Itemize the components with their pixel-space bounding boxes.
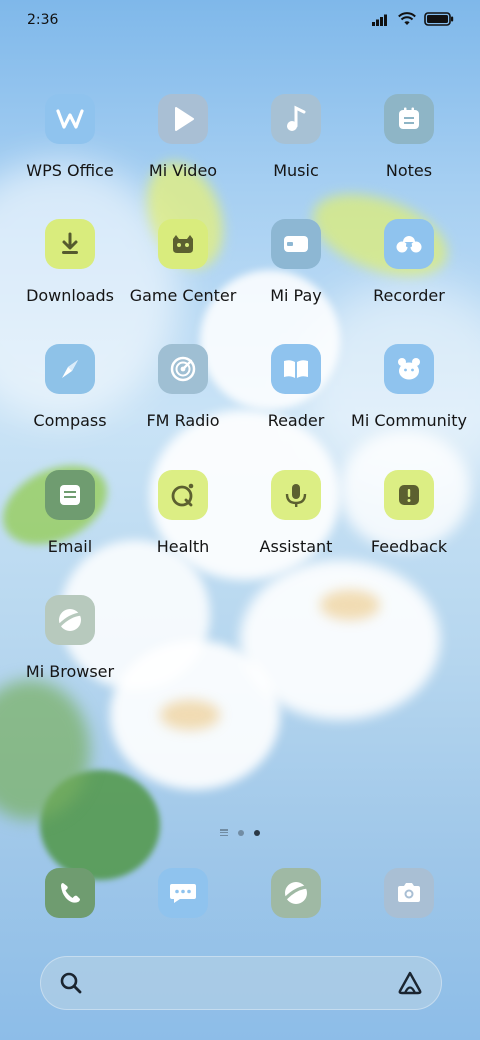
- page-dot: [238, 829, 244, 836]
- app-compass[interactable]: Compass: [14, 344, 126, 454]
- app-label: Recorder: [373, 286, 445, 305]
- app-reader[interactable]: Reader: [240, 344, 352, 454]
- compass-icon: [45, 344, 95, 394]
- app-mi-pay[interactable]: Mi Pay: [240, 219, 352, 329]
- app-wps-office[interactable]: WPS Office: [14, 94, 126, 204]
- page-indicator-list: [220, 829, 228, 836]
- page-dot-active: [254, 829, 260, 836]
- app-label: Mi Browser: [25, 662, 115, 681]
- app-fm-radio[interactable]: FM Radio: [127, 344, 239, 454]
- battery-icon: [424, 12, 454, 26]
- feedback-icon: [384, 470, 434, 520]
- assistant-icon[interactable]: [396, 970, 424, 996]
- wps-office-icon: [45, 94, 95, 144]
- search-bar[interactable]: [40, 956, 442, 1010]
- clock: 2:36: [27, 12, 59, 28]
- app-mi-community[interactable]: Mi Community: [351, 344, 467, 454]
- status-icons: [372, 12, 454, 26]
- mi-community-icon: [384, 344, 434, 394]
- camera-icon[interactable]: [384, 868, 434, 918]
- page-indicator[interactable]: [0, 829, 480, 836]
- music-note-icon: [271, 94, 321, 144]
- messages-icon[interactable]: [158, 868, 208, 918]
- app-health[interactable]: Health: [127, 470, 239, 580]
- app-game-center[interactable]: Game Center: [127, 219, 239, 329]
- mi-video-icon: [158, 94, 208, 144]
- app-email[interactable]: Email: [14, 470, 126, 580]
- app-downloads[interactable]: Downloads: [14, 219, 126, 329]
- health-icon: [158, 470, 208, 520]
- wifi-icon: [398, 12, 416, 25]
- browser-icon[interactable]: [271, 868, 321, 918]
- app-mi-video[interactable]: Mi Video: [127, 94, 239, 204]
- mi-pay-icon: [271, 219, 321, 269]
- email-icon: [45, 470, 95, 520]
- app-notes[interactable]: Notes: [353, 94, 465, 204]
- app-label: Mi Community: [351, 411, 467, 430]
- reader-book-icon: [271, 344, 321, 394]
- assistant-mic-icon: [271, 470, 321, 520]
- notes-icon: [384, 94, 434, 144]
- fm-radio-icon: [158, 344, 208, 394]
- app-recorder[interactable]: Recorder: [353, 219, 465, 329]
- app-feedback[interactable]: Feedback: [353, 470, 465, 580]
- app-assistant[interactable]: Assistant: [240, 470, 352, 580]
- app-music[interactable]: Music: [240, 94, 352, 204]
- app-label: Feedback: [370, 537, 448, 556]
- status-bar: 2:36: [0, 0, 480, 42]
- downloads-icon: [45, 219, 95, 269]
- search-icon: [60, 972, 82, 994]
- app-mi-browser[interactable]: Mi Browser: [14, 595, 126, 705]
- game-center-icon: [158, 219, 208, 269]
- mi-browser-icon: [45, 595, 95, 645]
- phone-icon[interactable]: [45, 868, 95, 918]
- signal-icon: [372, 14, 387, 26]
- recorder-icon: [384, 219, 434, 269]
- app-label: Notes: [385, 161, 433, 180]
